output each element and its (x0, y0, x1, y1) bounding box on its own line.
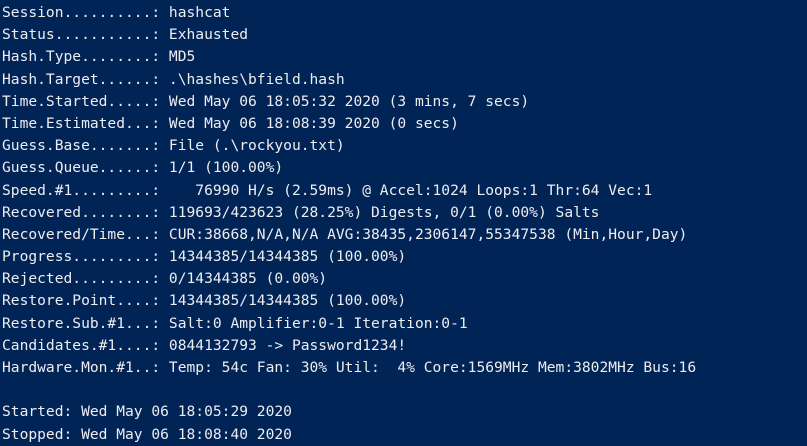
status-line-guess-queue: Guess.Queue......: 1/1 (100.00%) (2, 159, 284, 177)
status-line-session: Session..........: hashcat (2, 4, 231, 21)
status-line-rejected: Rejected.........: 0/14344385 (0.00%) (2, 270, 328, 288)
status-line-hardware-mon: Hardware.Mon.#1..: Temp: 54c Fan: 30% Ut… (2, 359, 697, 376)
status-line-restore-sub: Restore.Sub.#1...: Salt:0 Amplifier:0-1 … (2, 314, 468, 332)
status-line-status: Status...........: Exhausted (2, 26, 249, 44)
status-line-recovered-time: Recovered/Time...: CUR:38668,N/A,N/A AVG… (2, 225, 688, 243)
status-line-restore-point: Restore.Point....: 14344385/14344385 (10… (2, 292, 407, 310)
status-line-speed: Speed.#1.........: 76990 H/s (2.59ms) @ … (2, 181, 653, 199)
status-line-guess-base: Guess.Base.......: File (.\rockyou.txt) (2, 137, 345, 155)
status-line-hash-type: Hash.Type........: MD5 (2, 48, 196, 66)
status-line-progress: Progress.........: 14344385/14344385 (10… (2, 248, 407, 266)
footer-line-stopped: Stopped: Wed May 06 18:08:40 2020 (2, 425, 292, 443)
footer-line-started: Started: Wed May 06 18:05:29 2020 (2, 403, 292, 421)
status-line-recovered: Recovered........: 119693/423623 (28.25%… (2, 203, 600, 221)
status-line-candidates: Candidates.#1....: 0844132793 -> Passwor… (2, 336, 407, 354)
terminal-window[interactable]: Session..........: hashcat Status.......… (0, 0, 807, 444)
status-line-time-estimated: Time.Estimated...: Wed May 06 18:08:39 2… (2, 114, 459, 132)
status-line-time-started: Time.Started.....: Wed May 06 18:05:32 2… (2, 92, 530, 110)
status-line-hash-target: Hash.Target......: .\hashes\bfield.hash (2, 70, 345, 88)
